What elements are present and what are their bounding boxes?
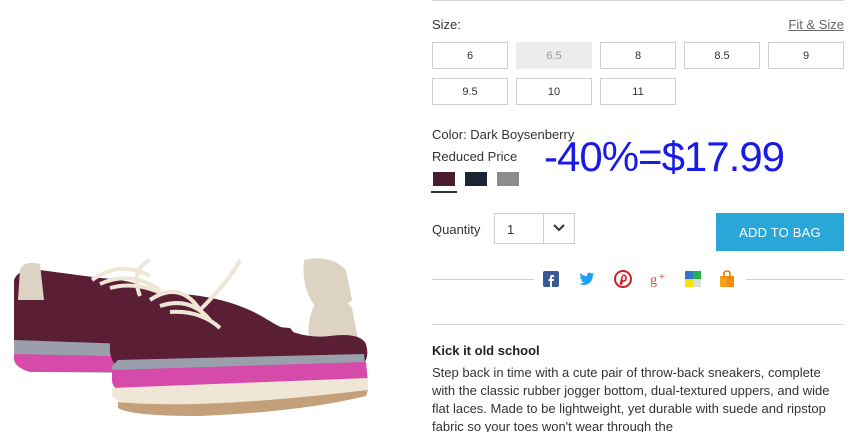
price-annotation: -40%=$17.99 — [544, 133, 785, 180]
delicious-icon[interactable] — [684, 270, 702, 288]
swatch-color — [433, 172, 455, 186]
description-divider — [432, 324, 844, 325]
add-to-bag-button[interactable]: ADD TO BAG — [716, 213, 844, 251]
size-option-6[interactable]: 6 — [432, 42, 508, 69]
quantity-label: Quantity — [432, 222, 481, 237]
fit-and-size-link[interactable]: Fit & Size — [788, 17, 844, 32]
size-label: Size: — [432, 17, 461, 32]
size-option-10[interactable]: 10 — [516, 78, 592, 105]
size-option-11[interactable]: 11 — [600, 78, 676, 105]
reduced-price-label: Reduced Price — [432, 149, 518, 164]
swatch-color — [497, 172, 519, 186]
share-divider-left — [432, 279, 534, 280]
swatch-gray[interactable] — [495, 170, 521, 194]
swatch-color — [465, 172, 487, 186]
swatch-navy[interactable] — [463, 170, 489, 194]
twitter-icon[interactable] — [578, 270, 596, 288]
shopping-bag-icon[interactable] — [718, 270, 736, 288]
top-divider — [432, 0, 844, 1]
quantity-value: 1 — [507, 222, 515, 237]
size-option-9-5[interactable]: 9.5 — [432, 78, 508, 105]
pinterest-icon[interactable] — [614, 270, 632, 288]
size-option-6-5[interactable]: 6.5 — [516, 42, 592, 69]
google-plus-icon[interactable]: g + — [650, 270, 668, 288]
swatch-dark-boysenberry[interactable] — [431, 170, 457, 194]
quantity-select[interactable]: 1 — [494, 213, 575, 244]
size-option-8-5[interactable]: 8.5 — [684, 42, 760, 69]
description-text: Step back in time with a cute pair of th… — [432, 365, 830, 432]
product-image — [14, 258, 368, 416]
quantity-divider — [543, 214, 544, 243]
description-title: Kick it old school — [432, 343, 540, 358]
size-option-9[interactable]: 9 — [768, 42, 844, 69]
share-divider-right — [746, 279, 844, 280]
facebook-icon[interactable] — [542, 270, 560, 288]
chevron-down-icon — [553, 224, 565, 232]
svg-text:g: g — [650, 273, 657, 288]
size-option-8[interactable]: 8 — [600, 42, 676, 69]
svg-text:+: + — [659, 272, 665, 283]
